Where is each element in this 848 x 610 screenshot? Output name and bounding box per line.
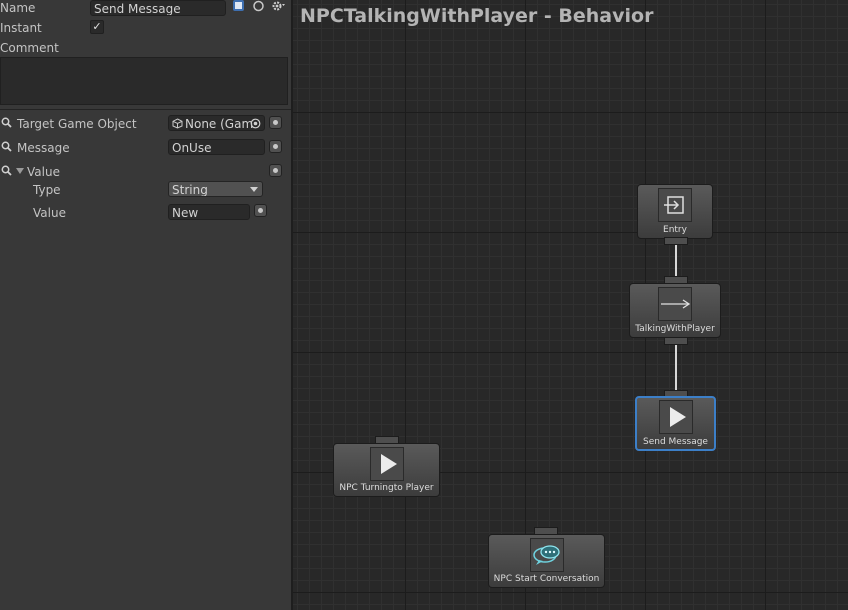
message-field[interactable]: OnUse <box>168 139 265 155</box>
comment-textarea[interactable] <box>0 57 288 105</box>
node-label: Send Message <box>643 437 708 447</box>
inspector-panel: Name Send Message Instant ✓ Comment Targ… <box>0 0 291 610</box>
node-talking-with-player[interactable]: TalkingWithPlayer <box>629 283 721 338</box>
node-npc-turning-to-player[interactable]: NPC Turningto Player <box>333 443 440 497</box>
message-label: Message <box>17 141 70 155</box>
instant-label: Instant <box>0 21 42 35</box>
search-icon[interactable] <box>1 141 12 152</box>
play-icon <box>658 400 693 434</box>
node-label: NPC Start Conversation <box>493 574 600 584</box>
graph-title: NPCTalkingWithPlayer - Behavior <box>300 5 654 27</box>
output-port[interactable] <box>664 337 688 345</box>
search-icon[interactable] <box>1 117 12 128</box>
name-field[interactable]: Send Message <box>90 0 226 16</box>
target-game-object-value: None (Gam <box>185 117 254 131</box>
preset-icon[interactable] <box>252 0 265 12</box>
node-npc-start-conversation[interactable]: NPC Start Conversation <box>488 534 605 588</box>
foldout-arrow-icon[interactable] <box>16 167 24 175</box>
node-send-message[interactable]: Send Message <box>635 396 716 451</box>
value-sub-variable-button[interactable] <box>254 204 267 217</box>
entry-icon <box>658 188 692 222</box>
instant-checkbox[interactable]: ✓ <box>90 20 104 34</box>
node-label: TalkingWithPlayer <box>635 324 715 334</box>
search-icon[interactable] <box>1 165 12 176</box>
arrow-right-icon <box>658 287 692 321</box>
node-label: NPC Turningto Player <box>339 483 434 493</box>
target-game-object-field[interactable]: None (Gam <box>168 115 265 131</box>
settings-gear-icon[interactable] <box>271 0 286 12</box>
chat-bubbles-icon <box>529 538 564 572</box>
type-dropdown[interactable]: String <box>168 181 263 197</box>
message-variable-button[interactable] <box>269 140 282 153</box>
behavior-graph-canvas[interactable]: NPCTalkingWithPlayer - Behavior Entry Ta… <box>293 0 848 610</box>
type-value: String <box>172 183 208 197</box>
type-label: Type <box>33 183 61 197</box>
target-game-object-label: Target Game Object <box>17 117 137 131</box>
divider <box>0 109 291 110</box>
help-icon[interactable] <box>232 0 245 12</box>
name-label: Name <box>0 1 36 15</box>
value-label: Value <box>27 165 60 179</box>
value-field[interactable]: New <box>168 204 250 220</box>
object-picker-icon[interactable] <box>250 118 261 129</box>
value-variable-button[interactable] <box>269 164 282 177</box>
target-variable-button[interactable] <box>269 116 282 129</box>
node-entry[interactable]: Entry <box>637 184 713 239</box>
output-port[interactable] <box>664 237 688 245</box>
value-sub-label: Value <box>33 206 66 220</box>
comment-label: Comment <box>0 41 59 55</box>
node-label: Entry <box>663 225 687 235</box>
dropdown-arrow-icon <box>250 187 258 192</box>
play-icon <box>369 447 404 481</box>
gameobject-cube-icon <box>172 118 183 129</box>
